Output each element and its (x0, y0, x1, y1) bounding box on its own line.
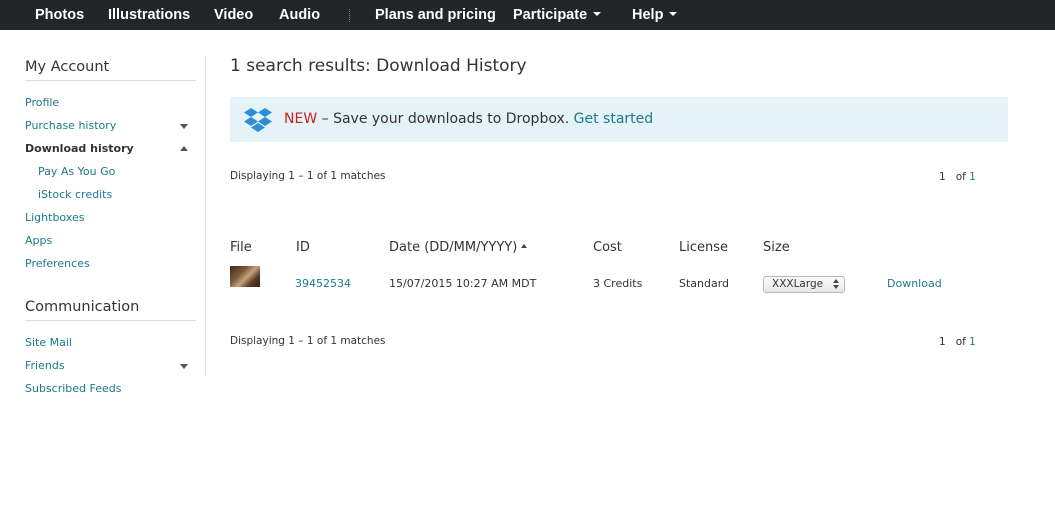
size-select-value: XXXLarge (772, 278, 824, 290)
license-value: Standard (679, 277, 730, 290)
sidebar-item-lightboxes[interactable]: Lightboxes (25, 211, 85, 224)
file-thumbnail[interactable] (230, 266, 260, 287)
nav-help[interactable]: Help (632, 0, 678, 30)
pagination-bottom: 1 of 1 (939, 336, 976, 348)
sidebar-divider (205, 56, 206, 376)
get-started-link[interactable]: Get started (574, 111, 654, 127)
top-nav: Photos Illustrations Video Audio Plans a… (0, 0, 1055, 30)
pager-of: of (955, 171, 966, 183)
sidebar-heading-my-account: My Account (25, 59, 196, 81)
sidebar-item-istock-credits[interactable]: iStock credits (38, 188, 112, 201)
sidebar-item-subscribed-feeds[interactable]: Subscribed Feeds (25, 382, 122, 395)
dropbox-icon (244, 108, 272, 132)
chevron-down-icon (593, 12, 602, 17)
sidebar-item-profile[interactable]: Profile (25, 96, 59, 109)
nav-participate-label: Participate (513, 7, 588, 23)
sidebar-item-purchase-history[interactable]: Purchase history (25, 119, 116, 132)
banner-message: NEW – Save your downloads to Dropbox. Ge… (284, 111, 653, 127)
download-link[interactable]: Download (887, 277, 942, 290)
download-date: 15/07/2015 10:27 AM MDT (389, 277, 537, 290)
sort-ascending-icon (521, 243, 528, 248)
sidebar-item-pay-as-you-go[interactable]: Pay As You Go (38, 165, 115, 178)
nav-audio[interactable]: Audio (279, 0, 320, 30)
column-header-cost[interactable]: Cost (593, 240, 622, 255)
size-select[interactable]: XXXLarge (763, 276, 845, 293)
chevron-down-icon (669, 12, 678, 17)
nav-illustrations[interactable]: Illustrations (108, 0, 190, 30)
column-header-file: File (230, 240, 252, 255)
chevron-down-icon[interactable] (180, 364, 188, 369)
sidebar-item-apps[interactable]: Apps (25, 234, 52, 247)
column-header-date-label: Date (DD/MM/YYYY) (389, 240, 518, 255)
sidebar-item-friends[interactable]: Friends (25, 359, 65, 372)
pager-of: of (955, 336, 966, 348)
pagination-top: 1 of 1 (939, 171, 976, 183)
column-header-date[interactable]: Date (DD/MM/YYYY) (389, 240, 528, 255)
nav-photos[interactable]: Photos (35, 0, 84, 30)
nav-separator (349, 9, 350, 22)
chevron-down-icon[interactable] (180, 124, 188, 129)
pager-total-link[interactable]: 1 (969, 171, 976, 183)
banner-text: – Save your downloads to Dropbox. (317, 111, 574, 127)
page-title: 1 search results: Download History (230, 56, 527, 76)
results-count-bottom: Displaying 1 – 1 of 1 matches (230, 335, 386, 347)
pager-current: 1 (939, 171, 946, 183)
nav-video[interactable]: Video (214, 0, 253, 30)
file-id-link[interactable]: 39452534 (295, 277, 351, 290)
dropbox-banner: NEW – Save your downloads to Dropbox. Ge… (230, 97, 1008, 142)
sidebar-item-preferences[interactable]: Preferences (25, 257, 90, 270)
sidebar-heading-communication: Communication (25, 299, 196, 321)
column-header-license[interactable]: License (679, 240, 728, 255)
pager-current: 1 (939, 336, 946, 348)
nav-participate[interactable]: Participate (513, 0, 602, 30)
nav-help-label: Help (632, 7, 664, 23)
column-header-size: Size (763, 240, 790, 255)
select-arrows-icon (833, 279, 839, 290)
cost-value: 3 Credits (593, 277, 643, 290)
new-badge: NEW (284, 111, 318, 127)
results-count-top: Displaying 1 – 1 of 1 matches (230, 170, 386, 182)
sidebar-item-site-mail[interactable]: Site Mail (25, 336, 72, 349)
pager-total-link[interactable]: 1 (969, 336, 976, 348)
sidebar-item-download-history[interactable]: Download history (25, 142, 134, 155)
nav-plans-and-pricing[interactable]: Plans and pricing (375, 0, 496, 30)
chevron-up-icon[interactable] (180, 146, 188, 151)
column-header-id[interactable]: ID (296, 240, 310, 255)
